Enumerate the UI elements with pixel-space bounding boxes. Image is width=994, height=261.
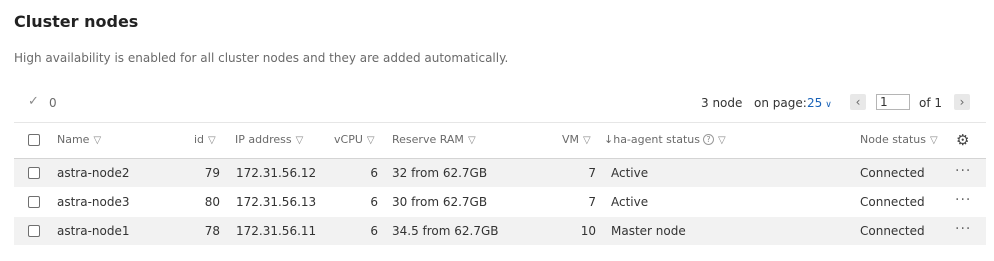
ha-status: Active (611, 195, 649, 209)
node-vm-link[interactable]: 7 (569, 195, 596, 209)
chevron-left-icon: ‹ (855, 95, 861, 109)
column-ha[interactable]: ↓ha-agent status? ▽ (604, 133, 726, 146)
column-name[interactable]: Name ▽ (57, 133, 101, 146)
more-icon[interactable]: ··· (955, 163, 971, 179)
page-title: Cluster nodes (14, 12, 139, 31)
column-status[interactable]: Node status ▽ (860, 133, 938, 146)
node-id: 78 (204, 224, 220, 238)
filter-icon[interactable]: ▽ (208, 135, 216, 146)
column-vm-label: VM (562, 133, 580, 146)
page-size-value: 25 (807, 96, 823, 110)
node-status: Connected (860, 195, 925, 209)
on-page-label: on page: (754, 96, 807, 110)
filter-icon[interactable]: ▽ (468, 135, 476, 146)
filter-icon[interactable]: ▽ (718, 135, 726, 146)
row-checkbox[interactable] (28, 196, 40, 208)
page-subtitle: High availability is enabled for all clu… (14, 51, 509, 65)
filter-icon[interactable]: ▽ (930, 135, 938, 146)
node-status: Connected (860, 224, 925, 238)
select-all-checkbox[interactable] (28, 134, 40, 146)
node-ip: 172.31.56.12 (236, 166, 317, 180)
node-count: 3 node (701, 96, 743, 110)
chevron-right-icon: › (959, 95, 965, 109)
table-row[interactable]: astra-node2 79 172.31.56.12 6 32 from 62… (14, 159, 986, 187)
node-id: 80 (204, 195, 220, 209)
prev-page-button[interactable]: ‹ (850, 94, 866, 110)
ha-status: Active (611, 166, 649, 180)
nodes-table: Name ▽ id ▽ IP address ▽ vCPU ▽ Reserve RAM ▽… (14, 122, 986, 245)
chevron-down-icon: ∨ (825, 100, 832, 110)
node-name-link[interactable]: astra-node2 (57, 166, 130, 180)
column-id-label: id (194, 133, 205, 146)
node-name-link[interactable]: astra-node1 (57, 224, 130, 238)
check-icon: ✓ (28, 94, 39, 109)
node-ram: 32 from 62.7GB (392, 166, 488, 180)
column-ha-label: ↓ha-agent status (604, 133, 700, 146)
column-name-label: Name (57, 133, 90, 146)
more-icon[interactable]: ··· (955, 192, 971, 208)
column-ram[interactable]: Reserve RAM ▽ (392, 133, 476, 146)
page-total: of 1 (919, 96, 943, 110)
column-ip-label: IP address (235, 133, 292, 146)
column-ram-label: Reserve RAM (392, 133, 464, 146)
node-ram: 30 from 62.7GB (392, 195, 488, 209)
gear-icon[interactable]: ⚙ (956, 131, 969, 149)
filter-icon[interactable]: ▽ (93, 135, 101, 146)
info-icon[interactable]: ? (702, 134, 714, 145)
node-ip: 172.31.56.13 (236, 195, 317, 209)
node-vcpu: 6 (370, 166, 378, 180)
filter-icon[interactable]: ▽ (296, 135, 304, 146)
table-header: Name ▽ id ▽ IP address ▽ vCPU ▽ Reserve RAM ▽… (14, 122, 986, 159)
more-icon[interactable]: ··· (955, 221, 971, 237)
column-status-label: Node status (860, 133, 927, 146)
column-vcpu-label: vCPU (334, 133, 363, 146)
node-vm-link[interactable]: 7 (569, 166, 596, 180)
toolbar: ✓ 0 3 node on page: 25∨ ‹ of 1 › (14, 94, 972, 114)
ha-status: Master node (611, 224, 686, 238)
column-vm[interactable]: VM ▽ (562, 133, 591, 146)
node-vcpu: 6 (370, 224, 378, 238)
node-vm-link[interactable]: 10 (569, 224, 596, 238)
node-ip: 172.31.56.11 (236, 224, 317, 238)
node-id: 79 (204, 166, 220, 180)
filter-icon[interactable]: ▽ (367, 135, 375, 146)
selected-count: 0 (49, 96, 57, 110)
row-checkbox[interactable] (28, 225, 40, 237)
table-row[interactable]: astra-node3 80 172.31.56.13 6 30 from 62… (14, 188, 986, 216)
filter-icon[interactable]: ▽ (583, 135, 591, 146)
column-vcpu[interactable]: vCPU ▽ (334, 133, 375, 146)
node-ram: 34.5 from 62.7GB (392, 224, 499, 238)
table-row[interactable]: astra-node1 78 172.31.56.11 6 34.5 from … (14, 217, 986, 245)
page-number-input[interactable] (876, 94, 910, 110)
node-status: Connected (860, 166, 925, 180)
column-ip[interactable]: IP address ▽ (235, 133, 303, 146)
next-page-button[interactable]: › (954, 94, 970, 110)
row-checkbox[interactable] (28, 167, 40, 179)
node-vcpu: 6 (370, 195, 378, 209)
page-size-select[interactable]: 25 ∨ (807, 96, 832, 110)
node-name-link[interactable]: astra-node3 (57, 195, 130, 209)
column-id[interactable]: id ▽ (194, 133, 216, 146)
